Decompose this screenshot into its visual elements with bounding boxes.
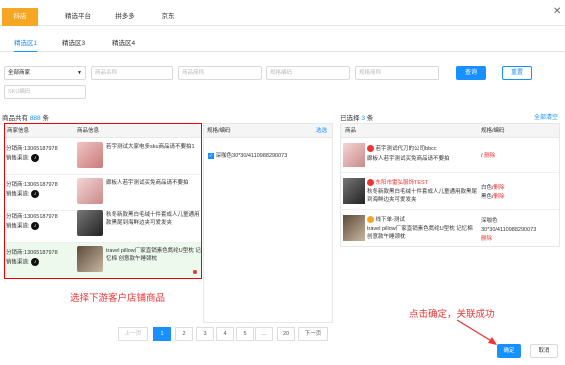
platform-tabs: 抖店 精选平台 拼多多 京东 <box>0 8 565 26</box>
cancel-button[interactable]: 取消 <box>530 344 558 358</box>
page-ellipsis: ... <box>255 327 273 341</box>
selected-row: 若宇测试代刀的公司bbcc 廊板人若宇测试买免商品请不要拍 / 删除 <box>341 139 559 173</box>
selected-spec: 白色/ <box>481 185 494 191</box>
selected-count-label: 已选择 3 条 <box>340 115 374 122</box>
checkbox-checked-icon[interactable]: ✓ <box>208 152 214 159</box>
selected-title: 廊板人若宇测试买免商品请不要拍 <box>367 156 450 162</box>
tab-douyin[interactable]: 抖店 <box>2 8 38 26</box>
merchant-select[interactable]: 全部商家 ▼ <box>4 66 86 80</box>
spec-panel: 规格/编码 选选 ✓ 深咖色30*30/4110988290073 <box>203 123 333 323</box>
shop-logo-icon <box>367 145 374 153</box>
page-5-button[interactable]: 5 <box>236 327 254 341</box>
selected-spec: 深咖色 <box>481 218 498 224</box>
col-spec-header: 规格/编码 <box>207 128 231 134</box>
confirm-button[interactable]: 确定 <box>497 344 521 358</box>
highlight-box <box>4 123 202 279</box>
delete-link[interactable]: 删除 <box>494 194 505 200</box>
tab-zone-3[interactable]: 精选区3 <box>62 36 85 52</box>
selected-shop-name: 线下单-测试 <box>375 217 405 223</box>
selected-panel: 商品 规格/编码 若宇测试代刀的公司bbcc 廊板人若宇测试买免商品请不要拍 /… <box>340 123 560 247</box>
chevron-down-icon: ▼ <box>77 70 82 76</box>
selected-thumbnail <box>343 143 365 167</box>
tab-featured-platform[interactable]: 精选平台 <box>58 8 98 26</box>
selected-title: travel pillow厂家直销素色氮纶U型枕 记忆棉 创意款午睡颈枕 <box>367 226 473 240</box>
tab-zone-1[interactable]: 精选区1 <box>14 36 38 52</box>
selected-spec: 黑色/ <box>481 194 494 200</box>
query-button[interactable]: 查询 <box>456 66 486 80</box>
delete-link[interactable]: 删除 <box>481 235 536 244</box>
product-name-input[interactable]: 商品名称 <box>91 66 173 80</box>
selected-spec: / <box>481 153 483 159</box>
tab-zone-4[interactable]: 精选区4 <box>112 36 135 52</box>
sku-code-input[interactable]: SKU编码 <box>4 85 86 99</box>
spec-header: 规格/编码 选选 <box>204 124 332 138</box>
delete-link[interactable]: 删除 <box>494 185 505 191</box>
reset-button[interactable]: 重置 <box>502 66 532 80</box>
product-short-input[interactable]: 商品简称 <box>178 66 262 80</box>
spec-item[interactable]: ✓ 深咖色30*30/4110988290073 <box>208 151 287 159</box>
highlight-dot <box>193 270 197 274</box>
zone-tabs: 精选区1 精选区3 精选区4 <box>0 36 565 52</box>
spec-code-input[interactable]: 规格编码 <box>266 66 350 80</box>
selected-shop-name: 若宇测试代刀的公司bbcc <box>375 146 437 152</box>
page-4-button[interactable]: 4 <box>216 327 234 341</box>
selected-thumbnail <box>343 178 365 204</box>
col-selected-spec: 规格/编码 <box>481 128 505 134</box>
delete-link[interactable]: 删除 <box>484 153 495 159</box>
left-annotation: 选择下游客户店铺商品 <box>70 293 166 304</box>
select-link[interactable]: 选选 <box>316 124 327 138</box>
selected-thumbnail <box>343 215 365 241</box>
selected-shop-name: 东阳市雷弘服饰TEST <box>375 180 429 186</box>
col-selected-product: 商品 <box>345 128 357 134</box>
selected-spec: 30*30/4110988290073 <box>481 227 537 233</box>
total-count-label: 商品共有 888 条 <box>2 115 49 122</box>
spec-item-label: 深咖色30*30/4110988290073 <box>215 153 288 159</box>
shop-logo-icon <box>367 216 374 224</box>
selected-header: 商品 规格/编码 <box>341 124 559 138</box>
page-2-button[interactable]: 2 <box>175 327 193 341</box>
shop-logo-icon <box>367 179 374 187</box>
spec-short-input[interactable]: 规格简称 <box>355 66 439 80</box>
selected-title: 秋冬新款黑白毛绒十件套成人儿童通用款黑尾到海鲜边夹可爱发夹 <box>367 189 478 203</box>
tab-jd[interactable]: 京东 <box>156 8 180 26</box>
next-page-button[interactable]: 下一页 <box>298 327 328 341</box>
selected-row: 线下单-测试 travel pillow厂家直销素色氮纶U型枕 记忆棉 创意款午… <box>341 211 559 247</box>
page-20-button[interactable]: 20 <box>277 327 295 341</box>
prev-page-button[interactable]: 上一页 <box>118 327 148 341</box>
clear-all-link[interactable]: 全部清空 <box>534 112 558 121</box>
page-3-button[interactable]: 3 <box>196 327 214 341</box>
selected-row: 东阳市雷弘服饰TEST 秋冬新款黑白毛绒十件套成人儿童通用款黑尾到海鲜边夹可爱发… <box>341 174 559 210</box>
page-1-button[interactable]: 1 <box>153 327 171 341</box>
tab-pinduoduo[interactable]: 拼多多 <box>108 8 142 26</box>
